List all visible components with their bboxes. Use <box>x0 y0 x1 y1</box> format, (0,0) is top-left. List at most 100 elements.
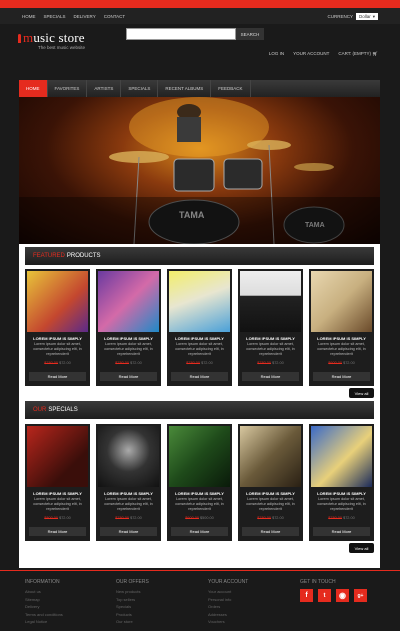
your-account-link[interactable]: YOUR ACCOUNT <box>293 51 329 57</box>
album-cover-image <box>27 271 88 332</box>
google-plus-icon[interactable]: g+ <box>354 589 367 602</box>
product-name: LOREM IPSUM IS SIMPLY <box>104 491 153 496</box>
nav-feedback[interactable]: FEEDBACK <box>211 80 251 97</box>
footer-link[interactable]: New products <box>116 588 149 596</box>
topnav-delivery[interactable]: DELIVERY <box>74 14 96 19</box>
footer-link[interactable]: Delivery <box>25 603 63 611</box>
footer-heading: INFORMATION <box>25 579 60 585</box>
read-more-button[interactable]: Read More <box>171 372 228 381</box>
main-nav: HOME FAVORITES ARTISTS SPECIALS RECENT A… <box>19 80 380 97</box>
new-price: $72.00 <box>343 516 355 520</box>
product-card[interactable]: LOREM IPSUM IS SIMPLY Lorem ipsum dolor … <box>309 424 374 541</box>
facebook-icon[interactable]: f <box>300 589 313 602</box>
product-description: Lorem ipsum dolor sit amet, consectetur … <box>104 497 153 511</box>
footer-link[interactable]: Specials <box>116 603 149 611</box>
album-cover-image <box>311 271 372 332</box>
product-card[interactable]: LOREM IPSUM IS SIMPLY Lorem ipsum dolor … <box>167 424 232 541</box>
footer-link[interactable]: Addresses <box>208 611 248 619</box>
product-name: LOREM IPSUM IS SIMPLY <box>33 491 82 496</box>
product-price: $780.00 $72.00 <box>96 516 161 520</box>
new-price: $72.00 <box>272 361 284 365</box>
footer-heading: OUR OFFERS <box>116 579 149 585</box>
site-logo[interactable]: music store The best music website <box>18 30 85 50</box>
nav-recent-albums[interactable]: RECENT ALBUMS <box>158 80 212 97</box>
social-icons: f t ◉ g+ <box>300 589 367 602</box>
footer-link[interactable]: Orders <box>208 603 248 611</box>
product-card[interactable]: LOREM IPSUM IS SIMPLY Lorem ipsum dolor … <box>96 269 161 386</box>
nav-home[interactable]: HOME <box>19 80 48 97</box>
product-card[interactable]: LOREM IPSUM IS SIMPLY Lorem ipsum dolor … <box>238 424 303 541</box>
product-card[interactable]: LOREM IPSUM IS SIMPLY Lorem ipsum dolor … <box>25 269 90 386</box>
new-price: $72.00 <box>201 361 213 365</box>
product-card[interactable]: LOREM IPSUM IS SIMPLY Lorem ipsum dolor … <box>167 269 232 386</box>
specials-products-row: LOREM IPSUM IS SIMPLY Lorem ipsum dolor … <box>25 424 374 541</box>
footer-link[interactable]: Vouchers <box>208 618 248 626</box>
product-card[interactable]: LOREM IPSUM IS SIMPLY Lorem ipsum dolor … <box>238 269 303 386</box>
new-price: $72.00 <box>343 361 355 365</box>
topnav-contact[interactable]: CONTACT <box>104 14 125 19</box>
read-more-button[interactable]: Read More <box>242 527 299 536</box>
read-more-button[interactable]: Read More <box>100 372 157 381</box>
chevron-down-icon: ▾ <box>372 13 375 19</box>
twitter-icon[interactable]: t <box>318 589 331 602</box>
footer-link[interactable]: Terms and conditions <box>25 611 63 619</box>
read-more-button[interactable]: Read More <box>100 527 157 536</box>
product-description: Lorem ipsum dolor sit amet, consectetur … <box>104 342 153 356</box>
currency-value: Dollar <box>358 13 371 19</box>
footer-our-offers: OUR OFFERS New products Top sellers Spec… <box>116 579 149 626</box>
product-card[interactable]: LOREM IPSUM IS SIMPLY Lorem ipsum dolor … <box>309 269 374 386</box>
view-all-button[interactable]: View all <box>349 388 374 398</box>
product-card[interactable]: LOREM IPSUM IS SIMPLY Lorem ipsum dolor … <box>96 424 161 541</box>
old-price: $780.00 <box>257 516 272 520</box>
rss-icon[interactable]: ◉ <box>336 589 349 602</box>
nav-artists[interactable]: ARTISTS <box>87 80 122 97</box>
featured-products-row: LOREM IPSUM IS SIMPLY Lorem ipsum dolor … <box>25 269 374 386</box>
view-all-button[interactable]: View all <box>349 543 374 553</box>
product-card[interactable]: LOREM IPSUM IS SIMPLY Lorem ipsum dolor … <box>25 424 90 541</box>
specials-title-b: SPECIALS <box>48 407 78 413</box>
product-name: LOREM IPSUM IS SIMPLY <box>246 491 295 496</box>
product-description: Lorem ipsum dolor sit amet, consectetur … <box>317 497 366 511</box>
topnav-home[interactable]: HOME <box>22 14 36 19</box>
read-more-button[interactable]: Read More <box>171 527 228 536</box>
product-price: $600.00 $72.00 <box>309 361 374 365</box>
footer-link[interactable]: Legal Notice <box>25 618 63 626</box>
read-more-button[interactable]: Read More <box>29 372 86 381</box>
read-more-button[interactable]: Read More <box>29 527 86 536</box>
read-more-button[interactable]: Read More <box>313 372 370 381</box>
cart-link[interactable]: CART: (EMPTY) 🛒︎ <box>338 51 378 57</box>
footer-information: INFORMATION About us Sitemap Delivery Te… <box>25 579 63 626</box>
currency-selector: CURRENCY Dollar ▾ <box>327 12 378 20</box>
product-name: LOREM IPSUM IS SIMPLY <box>317 491 366 496</box>
logo-text: usic store <box>33 30 85 45</box>
footer-link[interactable]: Products <box>116 611 149 619</box>
login-link[interactable]: LOG IN <box>269 51 284 57</box>
new-price: $72.00 <box>130 516 142 520</box>
drum-kit-image: TAMA TAMA <box>19 97 380 244</box>
read-more-button[interactable]: Read More <box>242 372 299 381</box>
search-button[interactable]: SEARCH <box>236 28 264 40</box>
footer-link[interactable]: Sitemap <box>25 596 63 604</box>
search-input[interactable] <box>126 28 236 40</box>
footer-link[interactable]: Top sellers <box>116 596 149 604</box>
footer-link[interactable]: Our store <box>116 618 149 626</box>
product-description: Lorem ipsum dolor sit amet, consectetur … <box>246 497 295 511</box>
nav-specials[interactable]: SPECIALS <box>121 80 159 97</box>
album-cover-image <box>98 271 159 332</box>
product-price: $780.00 $72.00 <box>96 361 161 365</box>
old-price: $780.00 <box>328 516 343 520</box>
nav-favorites[interactable]: FAVORITES <box>48 80 88 97</box>
product-description: Lorem ipsum dolor sit amet, consectetur … <box>175 497 224 511</box>
old-price: $780.00 <box>257 361 272 365</box>
product-name: LOREM IPSUM IS SIMPLY <box>246 336 295 341</box>
logo-m: m <box>23 30 34 45</box>
footer-link[interactable]: Your account <box>208 588 248 596</box>
currency-dropdown[interactable]: Dollar ▾ <box>355 12 378 20</box>
read-more-button[interactable]: Read More <box>313 527 370 536</box>
new-price: $72.00 <box>59 516 71 520</box>
footer-heading: YOUR ACCOUNT <box>208 579 249 585</box>
footer-link[interactable]: Personal info <box>208 596 248 604</box>
topnav-specials[interactable]: SPECIALS <box>44 14 66 19</box>
footer-link[interactable]: About us <box>25 588 63 596</box>
old-price: $780.00 <box>186 361 201 365</box>
